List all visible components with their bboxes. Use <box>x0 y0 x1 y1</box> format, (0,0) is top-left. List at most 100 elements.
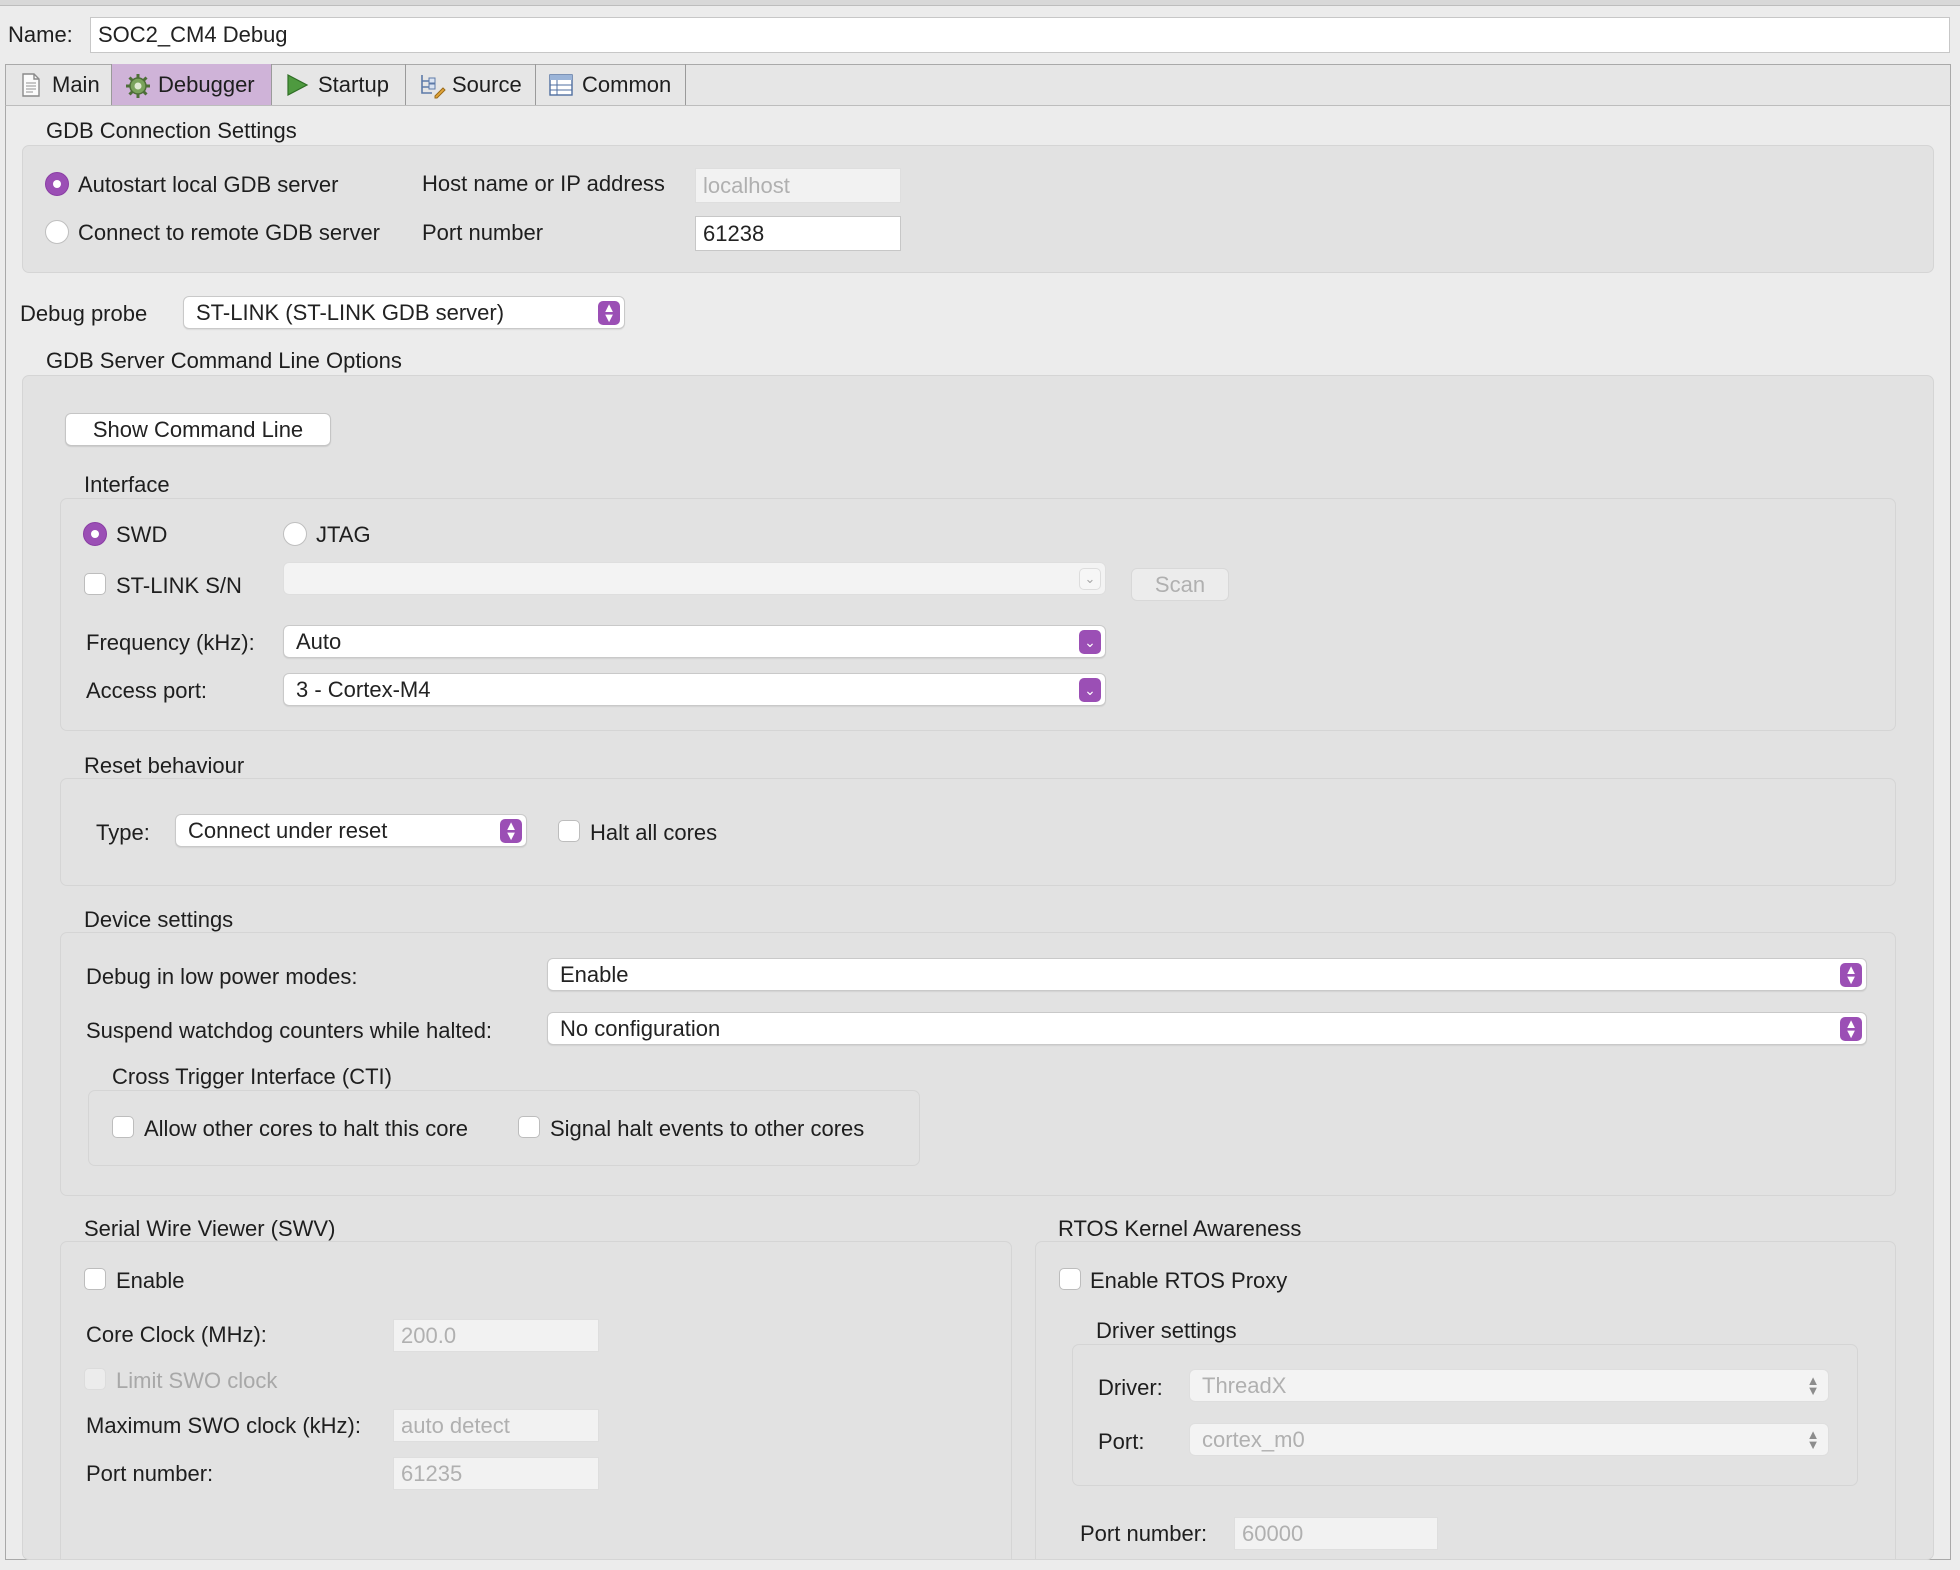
port-field[interactable]: 61238 <box>695 216 901 251</box>
reset-type-select[interactable]: Connect under reset ▲ ▼ <box>175 814 527 847</box>
tab-startup-label: Startup <box>318 72 389 97</box>
tab-debugger-label: Debugger <box>158 72 255 97</box>
source-lookup-icon <box>418 72 446 99</box>
tab-main-label: Main <box>52 72 100 97</box>
access-port-value: 3 - Cortex-M4 <box>296 676 431 702</box>
signal-halt-checkbox[interactable] <box>518 1116 540 1138</box>
tab-common-label: Common <box>582 72 672 97</box>
tab-source-label: Source <box>452 72 522 97</box>
document-icon <box>18 72 44 98</box>
tab-source[interactable]: Source <box>406 64 536 106</box>
reset-type-label: Type: <box>96 820 150 845</box>
allow-halt-checkbox[interactable] <box>112 1116 134 1138</box>
device-settings-title: Device settings <box>84 907 234 932</box>
debug-probe-label: Debug probe <box>20 301 148 326</box>
up-down-arrows-icon: ▲ ▼ <box>1840 1016 1862 1041</box>
debug-probe-value: ST-LINK (ST-LINK GDB server) <box>196 299 505 325</box>
max-swo-label: Maximum SWO clock (kHz): <box>86 1413 361 1438</box>
swv-title: Serial Wire Viewer (SWV) <box>84 1216 336 1241</box>
host-label: Host name or IP address <box>422 171 665 196</box>
autostart-radio[interactable] <box>45 172 69 196</box>
swd-label: SWD <box>116 522 168 547</box>
enable-rtos-proxy-label: Enable RTOS Proxy <box>1090 1268 1288 1293</box>
stlink-sn-label: ST-LINK S/N <box>116 573 242 598</box>
interface-title: Interface <box>84 472 170 497</box>
halt-all-cores-checkbox[interactable] <box>558 820 580 842</box>
core-clock-field[interactable]: 200.0 <box>393 1319 599 1352</box>
allow-halt-label: Allow other cores to halt this core <box>144 1116 469 1141</box>
core-clock-label: Core Clock (MHz): <box>86 1322 267 1347</box>
rtos-port-number-label: Port number: <box>1080 1521 1208 1546</box>
low-power-value: Enable <box>560 961 629 987</box>
swv-port-label: Port number: <box>86 1461 214 1486</box>
watchdog-select[interactable]: No configuration ▲ ▼ <box>547 1012 1867 1045</box>
stlink-sn-checkbox[interactable] <box>84 573 106 595</box>
driver-settings-title: Driver settings <box>1096 1318 1237 1343</box>
driver-value: ThreadX <box>1202 1372 1287 1398</box>
limit-swo-checkbox[interactable] <box>84 1368 106 1390</box>
max-swo-field[interactable]: auto detect <box>393 1409 599 1442</box>
up-down-arrows-icon: ▲ ▼ <box>500 818 522 843</box>
enable-rtos-proxy-checkbox[interactable] <box>1059 1268 1081 1290</box>
swd-radio[interactable] <box>83 522 107 546</box>
name-label: Name: <box>8 22 73 47</box>
chevron-down-icon: ⌄ <box>1079 629 1101 654</box>
tab-common[interactable]: Common <box>536 64 686 106</box>
cti-title: Cross Trigger Interface (CTI) <box>112 1064 392 1089</box>
frequency-label: Frequency (kHz): <box>86 630 255 655</box>
gdb-connection-title: GDB Connection Settings <box>46 118 297 143</box>
scan-button[interactable]: Scan <box>1131 568 1229 601</box>
rtos-title: RTOS Kernel Awareness <box>1058 1216 1302 1241</box>
table-icon <box>548 72 574 98</box>
chevron-down-icon: ⌄ <box>1079 567 1101 590</box>
halt-all-cores-label: Halt all cores <box>590 820 718 845</box>
limit-swo-label: Limit SWO clock <box>116 1368 278 1393</box>
debug-probe-select[interactable]: ST-LINK (ST-LINK GDB server) ▲ ▼ <box>183 296 625 329</box>
bug-gear-icon <box>124 72 150 98</box>
port-label: Port number <box>422 220 544 245</box>
remote-radio[interactable] <box>45 220 69 244</box>
swv-port-field[interactable]: 61235 <box>393 1457 599 1490</box>
up-down-arrows-icon: ▲ ▼ <box>1840 962 1862 987</box>
signal-halt-label: Signal halt events to other cores <box>550 1116 865 1141</box>
driver-label: Driver: <box>1098 1375 1163 1400</box>
up-down-arrows-icon: ▲ ▼ <box>1806 1426 1820 1452</box>
window-top-edge <box>0 0 1960 6</box>
play-icon <box>284 72 310 98</box>
jtag-radio[interactable] <box>283 522 307 546</box>
tab-debugger[interactable]: Debugger <box>112 64 272 106</box>
reset-type-value: Connect under reset <box>188 817 388 843</box>
swv-enable-label: Enable <box>116 1268 185 1293</box>
driver-select[interactable]: ThreadX ▲ ▼ <box>1189 1369 1829 1402</box>
frequency-value: Auto <box>296 628 342 654</box>
swv-enable-checkbox[interactable] <box>84 1268 106 1290</box>
driver-settings-group <box>1072 1344 1858 1486</box>
tab-startup[interactable]: Startup <box>272 64 406 106</box>
up-down-arrows-icon: ▲ ▼ <box>1806 1372 1820 1398</box>
gdb-connection-group <box>22 145 1934 273</box>
rtos-port-select[interactable]: cortex_m0 ▲ ▼ <box>1189 1423 1829 1456</box>
host-field[interactable]: localhost <box>695 168 901 203</box>
rtos-port-label: Port: <box>1098 1429 1145 1454</box>
autostart-label: Autostart local GDB server <box>78 172 339 197</box>
chevron-down-icon: ⌄ <box>1079 677 1101 702</box>
jtag-label: JTAG <box>316 522 371 547</box>
low-power-label: Debug in low power modes: <box>86 964 358 989</box>
access-port-label: Access port: <box>86 678 208 703</box>
watchdog-value: No configuration <box>560 1015 721 1041</box>
stlink-sn-select[interactable]: ⌄ <box>283 562 1106 595</box>
up-down-arrows-icon: ▲ ▼ <box>598 300 620 325</box>
swv-group <box>60 1241 1012 1560</box>
gdb-server-options-title: GDB Server Command Line Options <box>46 348 402 373</box>
reset-title: Reset behaviour <box>84 753 245 778</box>
access-port-select[interactable]: 3 - Cortex-M4 ⌄ <box>283 673 1106 706</box>
name-field[interactable]: SOC2_CM4 Debug <box>90 17 1950 53</box>
remote-label: Connect to remote GDB server <box>78 220 381 245</box>
rtos-port-value: cortex_m0 <box>1202 1426 1305 1452</box>
watchdog-label: Suspend watchdog counters while halted: <box>86 1018 493 1043</box>
low-power-select[interactable]: Enable ▲ ▼ <box>547 958 1867 991</box>
show-command-line-button[interactable]: Show Command Line <box>65 413 331 446</box>
frequency-select[interactable]: Auto ⌄ <box>283 625 1106 658</box>
tab-main[interactable]: Main <box>6 64 112 106</box>
rtos-port-number-field[interactable]: 60000 <box>1234 1517 1438 1550</box>
